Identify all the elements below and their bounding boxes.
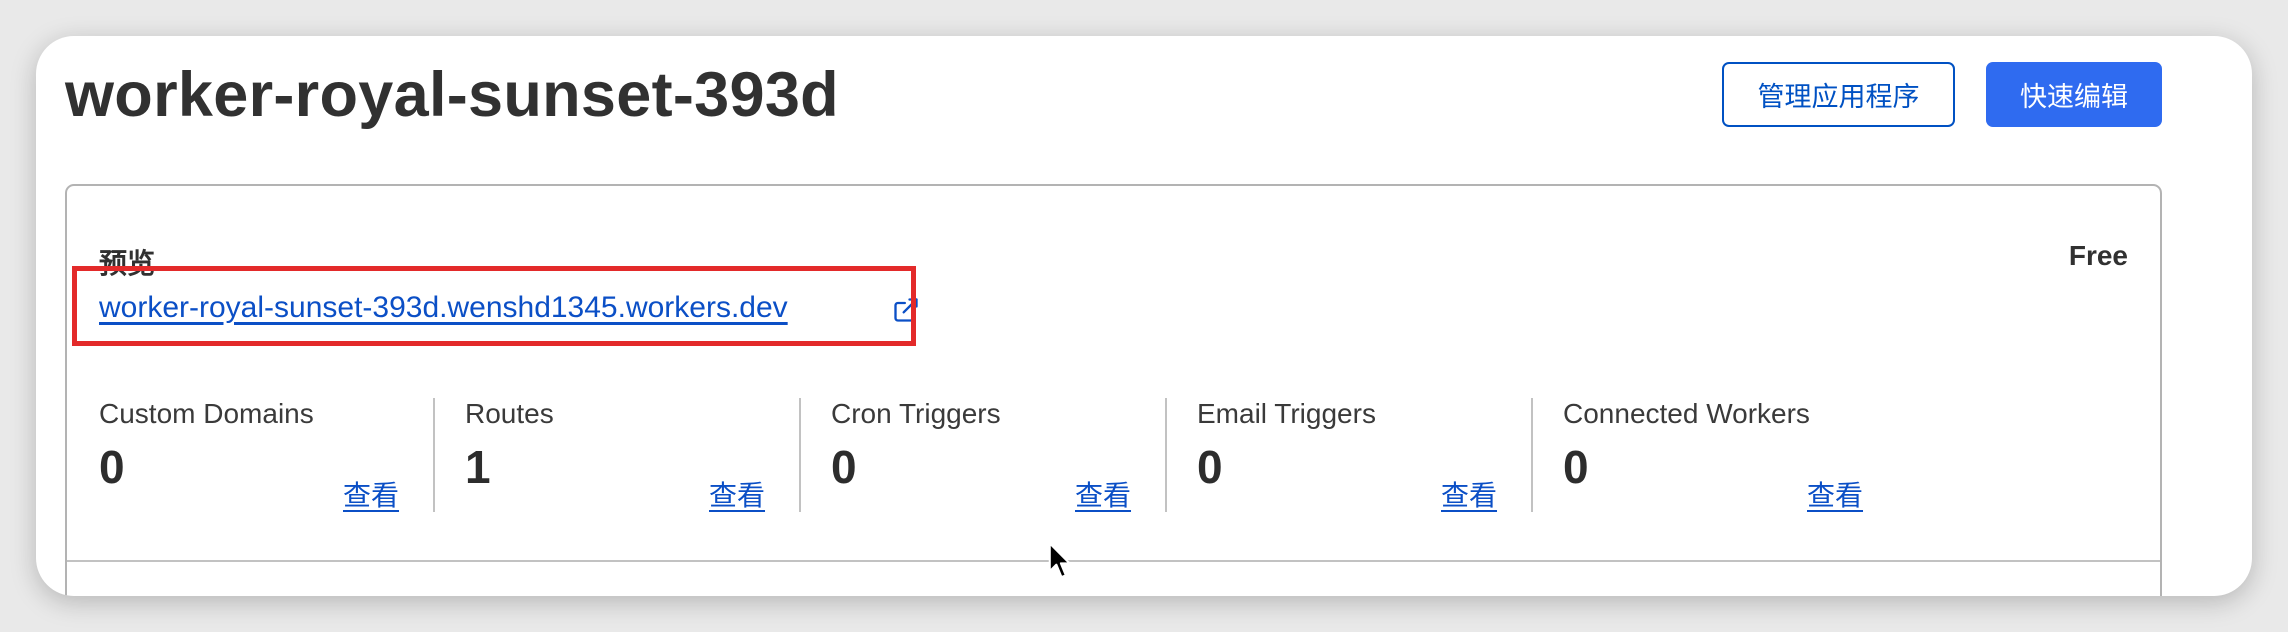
view-cron-triggers-link[interactable]: 查看 [1075,474,1131,514]
plan-badge: Free [2068,240,2128,271]
manage-app-button[interactable]: 管理应用程序 [1722,62,1955,127]
stat-connected-workers: Connected Workers 0 查看 [1531,398,1929,514]
external-link-icon[interactable] [892,296,920,324]
stat-label: Email Triggers [1197,398,1376,429]
stat-divider [1531,398,1533,512]
worker-info-panel: 预览 Free worker-royal-sunset-393d.wenshd1… [65,184,2162,596]
view-custom-domains-link[interactable]: 查看 [343,474,399,514]
stat-divider [1165,398,1167,512]
stat-routes: Routes 1 查看 [433,398,831,514]
stat-label: Routes [465,398,554,429]
stat-divider [433,398,435,512]
page-title: worker-royal-sunset-393d [65,60,839,130]
panel-divider [67,560,2160,562]
stat-label: Custom Domains [99,398,314,429]
preview-url-link[interactable]: worker-royal-sunset-393d.wenshd1345.work… [99,291,788,325]
stat-custom-domains: Custom Domains 0 查看 [99,398,465,514]
view-email-triggers-link[interactable]: 查看 [1441,474,1497,514]
stat-value: 0 [831,441,857,493]
stat-divider [799,398,801,512]
stat-email-triggers: Email Triggers 0 查看 [1165,398,1563,514]
stat-label: Connected Workers [1563,398,1810,429]
mouse-pointer-icon [1048,542,1071,579]
stat-value: 1 [465,441,491,493]
stat-label: Cron Triggers [831,398,1001,429]
quick-edit-button[interactable]: 快速编辑 [1986,62,2162,127]
view-routes-link[interactable]: 查看 [709,474,765,514]
stats-row: Custom Domains 0 查看 Routes 1 查看 Cron Tri… [67,398,2160,514]
stat-value: 0 [1197,441,1223,493]
preview-label: 预览 [99,248,156,279]
view-connected-workers-link[interactable]: 查看 [1807,474,1863,514]
stat-value: 0 [99,441,125,493]
stat-value: 0 [1563,441,1589,493]
stat-cron-triggers: Cron Triggers 0 查看 [799,398,1197,514]
worker-overview-window: worker-royal-sunset-393d 管理应用程序 快速编辑 预览 … [36,36,2252,596]
